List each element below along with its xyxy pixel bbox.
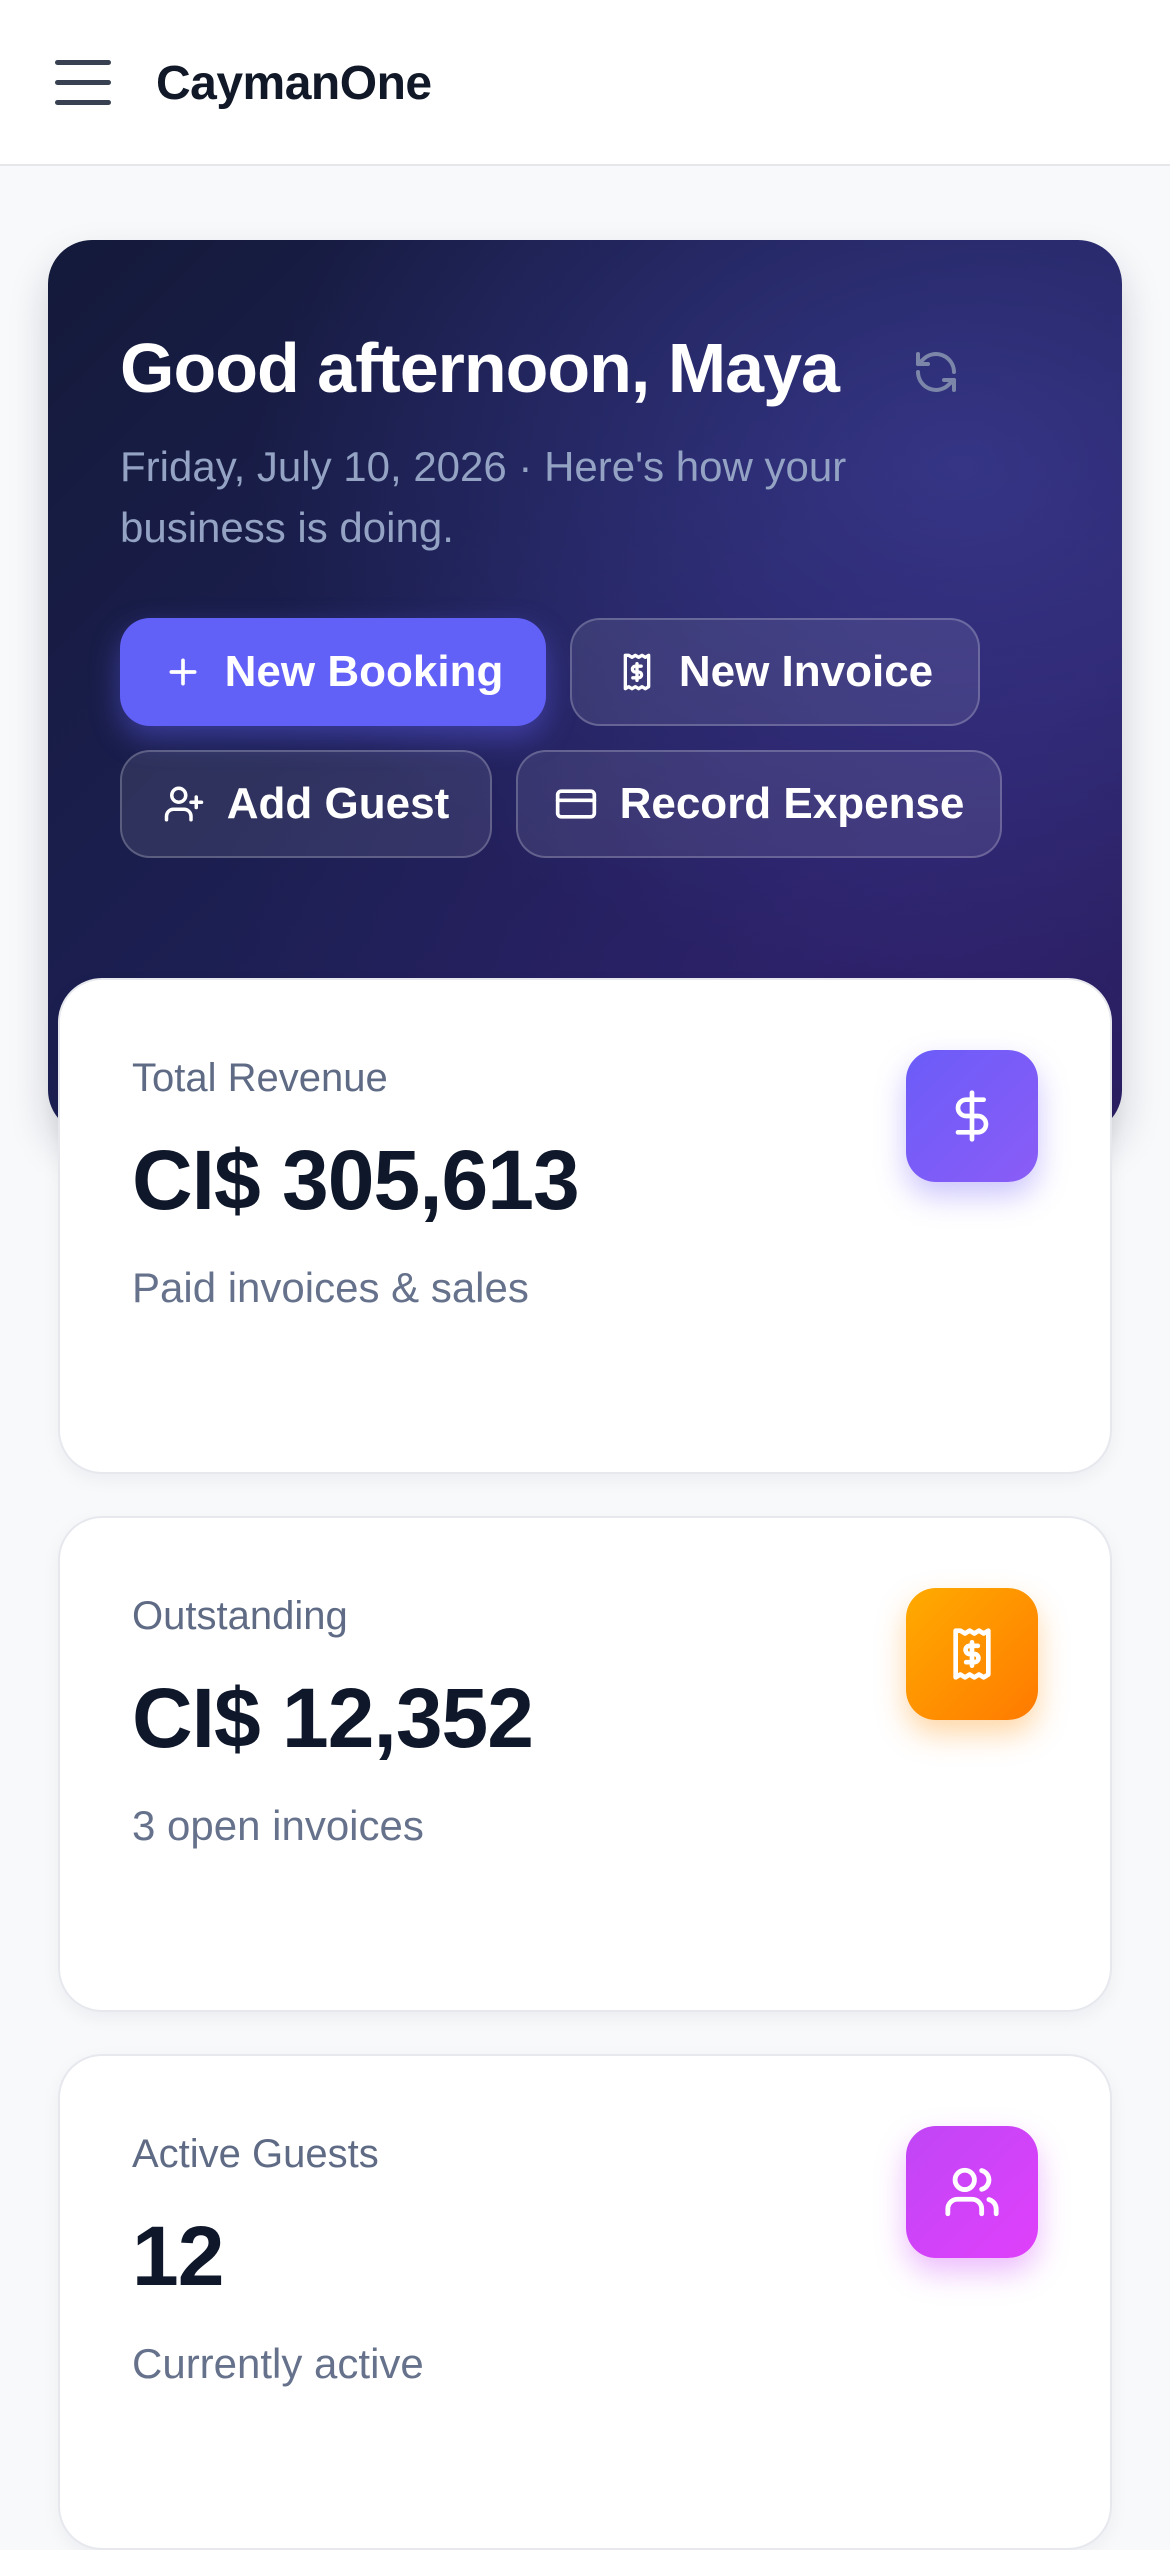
- menu-icon[interactable]: [52, 52, 114, 114]
- plus-icon: [163, 652, 203, 692]
- dollar-icon: [906, 1050, 1038, 1182]
- stat-value: 12: [132, 2209, 224, 2303]
- stat-label: Outstanding: [132, 1594, 348, 1638]
- stat-card-outstanding[interactable]: Outstanding CI$ 12,352 3 open invoices: [58, 1516, 1112, 2012]
- users-icon: [906, 2126, 1038, 2258]
- record-expense-button[interactable]: Record Expense: [516, 750, 1002, 858]
- refresh-icon[interactable]: [906, 342, 966, 402]
- receipt-icon: [906, 1588, 1038, 1720]
- stat-label: Active Guests: [132, 2132, 379, 2176]
- greeting-heading: Good afternoon, Maya: [120, 329, 840, 407]
- receipt-icon: [617, 652, 657, 692]
- top-app-bar: CaymanOne: [0, 0, 1170, 166]
- add-guest-button[interactable]: Add Guest: [120, 750, 492, 858]
- stat-card-active-guests[interactable]: Active Guests 12 Currently active: [58, 2054, 1112, 2550]
- new-invoice-button[interactable]: New Invoice: [570, 618, 980, 726]
- record-expense-label: Record Expense: [619, 779, 965, 828]
- stat-subtext: 3 open invoices: [132, 1802, 424, 1849]
- app-brand[interactable]: CaymanOne: [156, 56, 432, 111]
- stat-subtext: Currently active: [132, 2340, 424, 2387]
- stat-label: Total Revenue: [132, 1056, 388, 1100]
- new-invoice-label: New Invoice: [678, 647, 934, 696]
- stat-subtext: Paid invoices & sales: [132, 1264, 529, 1311]
- credit-card-icon: [554, 782, 598, 826]
- date-subline: Friday, July 10, 2026 · Here's how your …: [120, 443, 847, 551]
- stat-card-total-revenue[interactable]: Total Revenue CI$ 305,613 Paid invoices …: [58, 978, 1112, 1474]
- stat-value: CI$ 305,613: [132, 1133, 580, 1227]
- new-booking-label: New Booking: [224, 647, 504, 696]
- add-guest-label: Add Guest: [226, 779, 450, 828]
- user-plus-icon: [163, 783, 205, 825]
- new-booking-button[interactable]: New Booking: [120, 618, 546, 726]
- stat-value: CI$ 12,352: [132, 1671, 534, 1765]
